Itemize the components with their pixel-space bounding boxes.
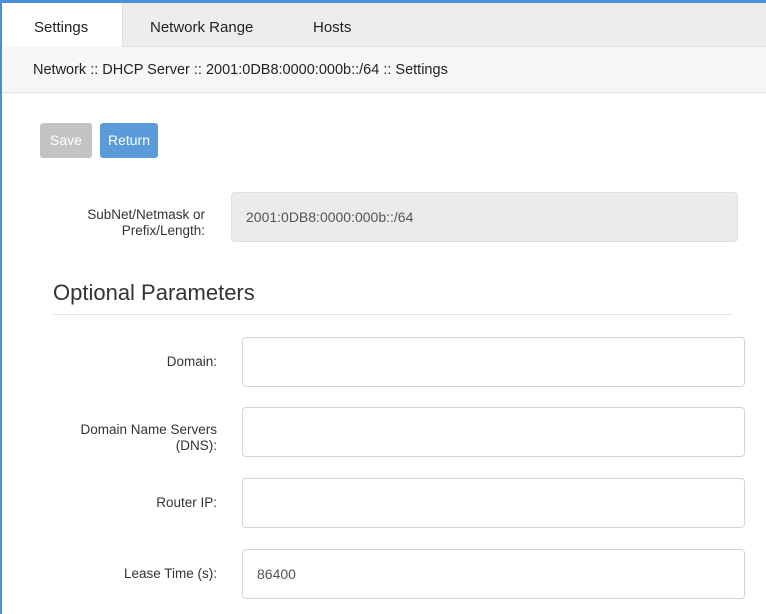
return-button[interactable]: Return [100,123,158,158]
subnet-field [231,192,738,242]
save-button[interactable]: Save [40,123,92,158]
tab-bar: Settings Network Range Hosts [2,3,766,48]
lease-time-input[interactable] [242,549,745,599]
tab-hosts[interactable]: Hosts [301,3,363,47]
domain-input[interactable] [242,337,745,387]
subnet-label-line2: Prefix/Length: [121,223,205,238]
subnet-label-line1: SubNet/Netmask or [87,207,205,222]
router-ip-input[interactable] [242,478,745,528]
lease-time-label: Lease Time (s): [123,566,217,581]
breadcrumb: Network :: DHCP Server :: 2001:0DB8:0000… [2,47,766,93]
dns-label-line2: (DNS): [175,438,217,453]
tab-settings[interactable]: Settings [2,3,123,48]
dns-input[interactable] [242,407,745,457]
section-divider [53,314,733,315]
dns-label-line1: Domain Name Servers [80,422,217,437]
tab-network-range[interactable]: Network Range [138,3,265,47]
domain-label: Domain: [166,354,217,369]
dns-label: Domain Name Servers (DNS): [40,422,217,454]
router-ip-label: Router IP: [156,495,217,510]
subnet-label: SubNet/Netmask or Prefix/Length: [40,207,205,239]
optional-parameters-heading: Optional Parameters [53,280,255,305]
